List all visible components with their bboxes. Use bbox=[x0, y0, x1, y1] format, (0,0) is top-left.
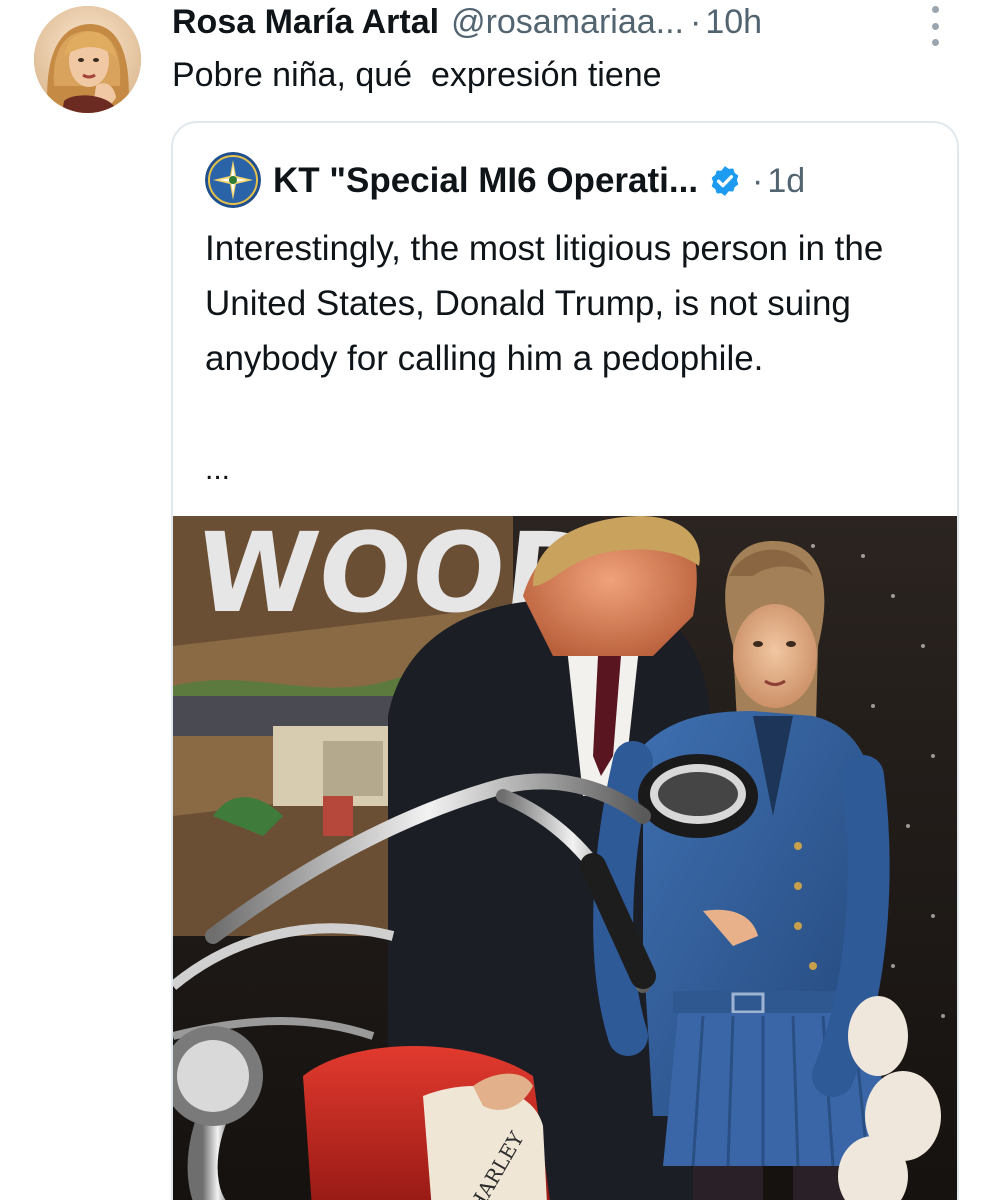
quoted-author-name[interactable]: KT "Special MI6 Operati... bbox=[273, 161, 698, 201]
separator-dot: · bbox=[689, 2, 702, 41]
quoted-tweet-header: KT "Special MI6 Operati... · 1d bbox=[273, 155, 805, 207]
separator-dot: · bbox=[752, 161, 764, 200]
tweet-timestamp[interactable]: 10h bbox=[705, 3, 762, 42]
quoted-tweet-card[interactable]: KT "Special MI6 Operati... · 1d Interest… bbox=[171, 121, 959, 1200]
quoted-author-avatar[interactable] bbox=[205, 152, 261, 208]
more-options-icon[interactable] bbox=[922, 6, 948, 46]
quoted-tweet-timestamp[interactable]: 1d bbox=[767, 162, 805, 201]
verified-badge-icon bbox=[711, 166, 739, 196]
truncation-ellipsis: ... bbox=[205, 453, 231, 486]
author-avatar[interactable] bbox=[34, 6, 141, 113]
tweet-card[interactable]: Rosa María Artal @rosamariaa... · 10h Po… bbox=[0, 0, 987, 1200]
quoted-tweet-image[interactable]: WOOD HARLEY bbox=[173, 516, 957, 1200]
quoted-tweet-text: Interestingly, the most litigious person… bbox=[205, 229, 884, 378]
tweet-text: Pobre niña, qué expresión tiene bbox=[172, 56, 662, 94]
author-name[interactable]: Rosa María Artal bbox=[172, 3, 439, 42]
author-handle[interactable]: @rosamariaa... bbox=[451, 3, 684, 42]
tweet-header: Rosa María Artal @rosamariaa... · 10h bbox=[172, 0, 762, 44]
